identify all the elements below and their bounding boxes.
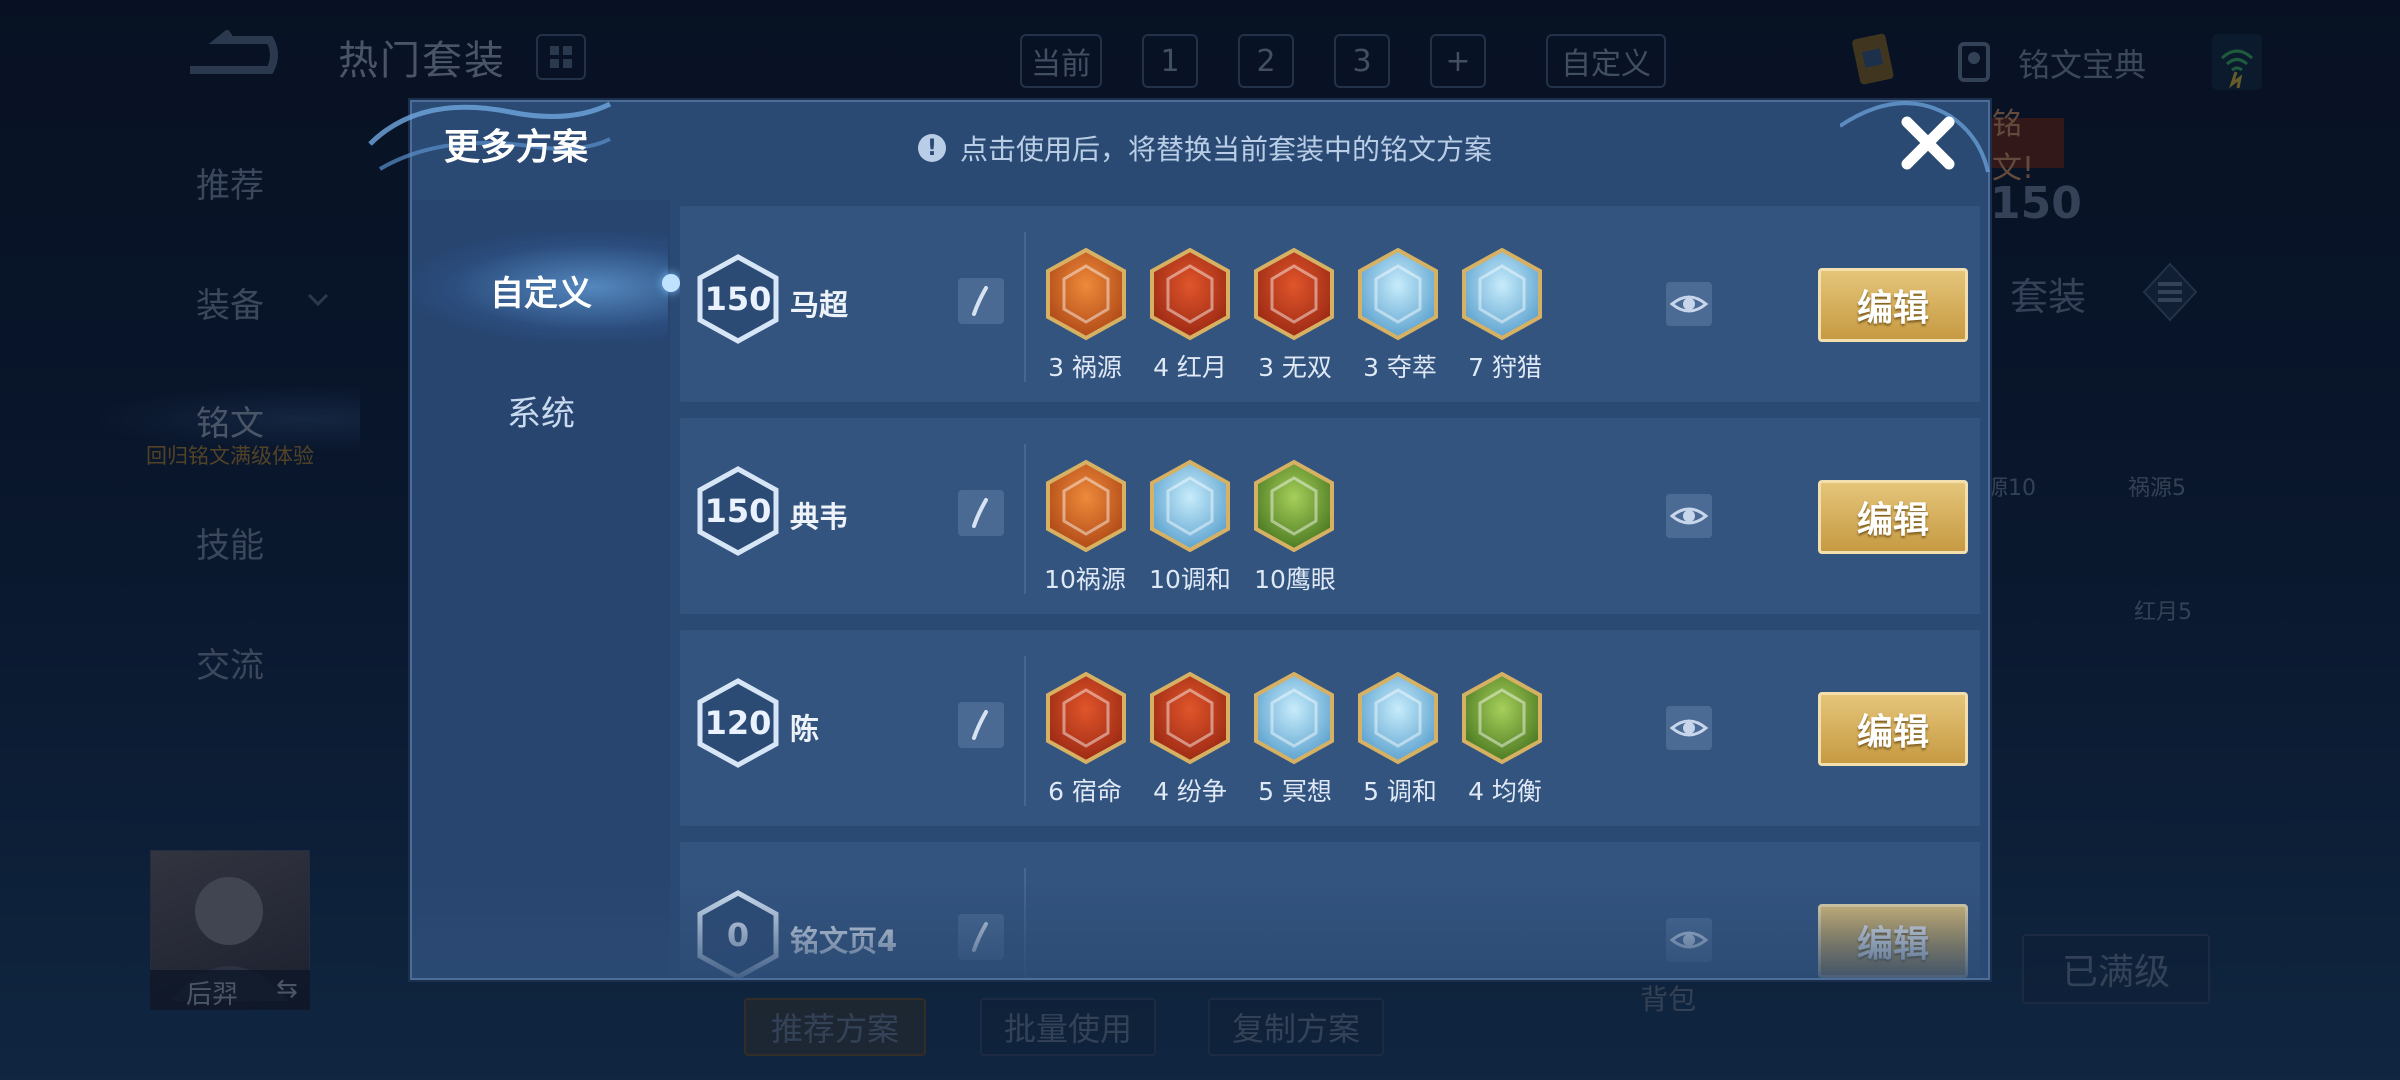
- recommend-plan-button[interactable]: 推荐方案: [744, 998, 926, 1056]
- bag-label[interactable]: 背包: [1640, 978, 1696, 1018]
- rune-icon: [1044, 458, 1128, 554]
- nav-runes-subtitle: 回归铭文满级体验: [146, 444, 314, 468]
- close-icon[interactable]: [1895, 110, 1961, 176]
- rune-label: 3 祸源: [1048, 353, 1122, 382]
- right-rune-label-2: 祸源5: [2128, 476, 2186, 501]
- rune-label: 3 无双: [1258, 353, 1332, 382]
- nav-skills[interactable]: 技能: [140, 518, 320, 567]
- right-set-label: 套装: [2010, 275, 2087, 319]
- gift-card-icon[interactable]: [1848, 30, 1898, 90]
- preview-eye-icon[interactable]: [1666, 494, 1712, 538]
- rune-label: 10调和: [1149, 565, 1231, 594]
- row-divider: [1024, 444, 1026, 594]
- rune-icon: [1252, 246, 1336, 342]
- batch-use-button[interactable]: 批量使用: [980, 998, 1156, 1056]
- rune-icon: [1044, 670, 1128, 766]
- back-arrow-icon[interactable]: [180, 30, 280, 80]
- right-banner: 铭文!: [1992, 107, 2064, 186]
- info-icon: !: [918, 134, 946, 162]
- plan-name: 铭文页4: [790, 924, 898, 958]
- rune-label: 5 冥想: [1258, 777, 1332, 806]
- tab-page-2[interactable]: 2: [1238, 34, 1294, 88]
- rune-label: 10鹰眼: [1254, 565, 1336, 594]
- rune-label: 6 宿命: [1048, 777, 1122, 806]
- rune-label: 5 调和: [1363, 777, 1437, 806]
- row-divider: [1024, 656, 1026, 806]
- edit-button[interactable]: 编辑: [1818, 692, 1968, 766]
- rune-label: 4 均衡: [1468, 777, 1542, 806]
- rune-icon: [1148, 670, 1232, 766]
- rune-icon: [1460, 670, 1544, 766]
- nav-community[interactable]: 交流: [140, 638, 320, 687]
- rune-icon: [1356, 246, 1440, 342]
- tab-custom[interactable]: 自定义: [1546, 34, 1666, 88]
- hero-name: 后羿: [186, 980, 239, 1010]
- row-divider: [1024, 232, 1026, 382]
- notice-bar: ! 点击使用后，将替换当前套装中的铭文方案: [918, 128, 1492, 168]
- nav-recommend[interactable]: 推荐: [140, 158, 320, 207]
- grid-icon[interactable]: [536, 34, 586, 80]
- rune-icon: [1252, 670, 1336, 766]
- edit-button[interactable]: 编辑: [1818, 268, 1968, 342]
- rename-pen-icon[interactable]: [958, 914, 1004, 960]
- rune-icon: [1356, 670, 1440, 766]
- plan-row-3[interactable]: 120 陈 6 宿命 4 纷争 5 冥想 5 调和 4 均衡 编辑: [680, 630, 1980, 826]
- row-divider: [1024, 868, 1026, 978]
- rune-label: 7 狩猎: [1468, 353, 1542, 382]
- rune-icon: [1460, 246, 1544, 342]
- plan-row-1[interactable]: 150 马超 3 祸源 4 红月 3 无双 3 夺萃 7 狩猎 编辑: [680, 206, 1980, 402]
- plan-name: 典韦: [790, 500, 849, 534]
- nav-runes[interactable]: 铭文: [140, 396, 320, 445]
- rename-pen-icon[interactable]: [958, 702, 1004, 748]
- plan-name: 马超: [790, 288, 849, 322]
- tab-add[interactable]: +: [1430, 34, 1486, 88]
- right-level: 150: [1990, 178, 2082, 229]
- plan-level: 150: [704, 280, 772, 318]
- rune-icon: [1252, 458, 1336, 554]
- codex-icon[interactable]: [1956, 40, 1992, 84]
- rune-icon: [1044, 246, 1128, 342]
- rune-label: 4 纷争: [1153, 777, 1227, 806]
- edit-button[interactable]: 编辑: [1818, 480, 1968, 554]
- preview-eye-icon[interactable]: [1666, 918, 1712, 962]
- nav-equipment[interactable]: 装备: [140, 278, 320, 327]
- preview-eye-icon[interactable]: [1666, 706, 1712, 750]
- page-title: 热门套装: [338, 38, 506, 84]
- tab-page-1[interactable]: 1: [1142, 34, 1198, 88]
- plan-row-4[interactable]: 0 铭文页4 编辑: [680, 842, 1980, 978]
- maxed-button[interactable]: 已满级: [2022, 934, 2210, 1004]
- tab-system-plans[interactable]: 系统: [412, 386, 670, 435]
- rune-icon: [1148, 458, 1232, 554]
- modal-title: 更多方案: [444, 127, 589, 168]
- plans-list: 150 马超 3 祸源 4 红月 3 无双 3 夺萃 7 狩猎 编辑 150 典…: [680, 206, 1980, 978]
- tab-current[interactable]: 当前: [1020, 34, 1102, 88]
- rename-pen-icon[interactable]: [958, 278, 1004, 324]
- edit-button[interactable]: 编辑: [1818, 904, 1968, 978]
- swap-icon[interactable]: ⇆: [276, 974, 298, 1004]
- plan-row-2[interactable]: 150 典韦 10祸源 10调和 10鹰眼 编辑: [680, 418, 1980, 614]
- notice-text: 点击使用后，将替换当前套装中的铭文方案: [960, 133, 1493, 166]
- rune-label: 3 夺萃: [1363, 353, 1437, 382]
- right-rune-label-1: 源10: [1986, 476, 2036, 501]
- tab-page-3[interactable]: 3: [1334, 34, 1390, 88]
- codex-label[interactable]: 铭文宝典: [2018, 40, 2146, 86]
- plan-level: 150: [704, 492, 772, 530]
- copy-plan-button[interactable]: 复制方案: [1208, 998, 1384, 1056]
- rune-label: 4 红月: [1153, 353, 1227, 382]
- plan-level: 0: [726, 916, 750, 954]
- rune-label: 10祸源: [1044, 565, 1126, 594]
- plan-level: 120: [704, 704, 772, 742]
- right-rune-label-3: 红月5: [2134, 600, 2192, 625]
- chevron-down-icon: [307, 293, 329, 307]
- plan-name: 陈: [790, 712, 820, 746]
- rune-icon: [1148, 246, 1232, 342]
- wifi-icon: [2212, 34, 2262, 90]
- preview-eye-icon[interactable]: [1666, 282, 1712, 326]
- menu-icon[interactable]: [2142, 262, 2198, 322]
- tab-custom-plans[interactable]: 自定义: [412, 266, 670, 315]
- rename-pen-icon[interactable]: [958, 490, 1004, 536]
